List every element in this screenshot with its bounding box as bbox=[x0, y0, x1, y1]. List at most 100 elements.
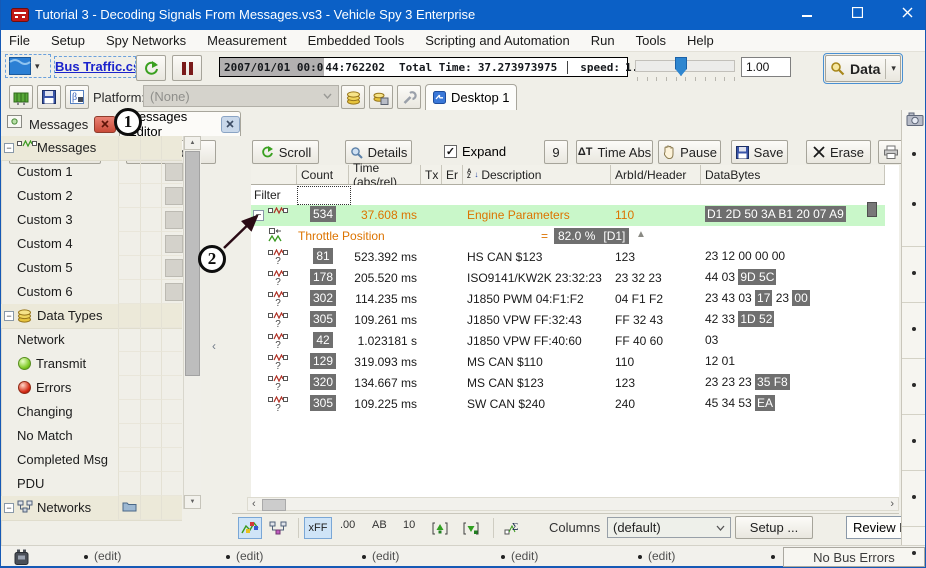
column-header-label: ArbId/Header bbox=[615, 168, 686, 182]
vehicle-spy-setup-button[interactable]: β bbox=[65, 85, 89, 109]
collapse-sidebar-icon[interactable]: ‹ bbox=[212, 339, 216, 353]
table-row[interactable]: ?305109.225 msSW CAN $24024045 34 53 EA bbox=[251, 394, 885, 415]
column-header-databytes[interactable]: DataBytes bbox=[701, 165, 885, 184]
hscroll-thumb[interactable] bbox=[262, 499, 286, 511]
table-header: CountTime (abs/rel)TxErAZ↓Description Arb… bbox=[251, 165, 885, 185]
logger-dropdown-button[interactable]: ▾ bbox=[5, 54, 53, 80]
docked-panel-strip[interactable] bbox=[901, 110, 926, 545]
status-edit-item[interactable]: (edit) bbox=[372, 549, 399, 563]
status-edit-item[interactable]: (edit) bbox=[511, 549, 538, 563]
hscroll-right-icon[interactable]: › bbox=[890, 498, 894, 510]
table-row[interactable]: ?320134.667 msMS CAN $12312323 23 23 35 … bbox=[251, 373, 885, 394]
tools-wrench-button[interactable] bbox=[397, 85, 421, 109]
message-count: 320 bbox=[297, 375, 349, 389]
menu-item-spy-networks[interactable]: Spy Networks bbox=[106, 33, 186, 48]
totals-sigma-icon[interactable]: Σ bbox=[500, 517, 524, 539]
tab-desktop-1[interactable]: Desktop 1 bbox=[425, 84, 517, 110]
table-vscrollbar-thumb[interactable] bbox=[867, 202, 877, 217]
signal-value: 82.0 % bbox=[558, 229, 595, 243]
menu-item-scripting-and-automation[interactable]: Scripting and Automation bbox=[425, 33, 570, 48]
column-header-er[interactable]: Er bbox=[442, 165, 463, 184]
data-button[interactable]: Data ▾ bbox=[825, 55, 901, 82]
menu-item-embedded-tools[interactable]: Embedded Tools bbox=[308, 33, 405, 48]
table-row[interactable]: −53437.608 msEngine Parameters110D1 2D 5… bbox=[251, 205, 885, 226]
table-row[interactable]: ?81523.392 msHS CAN $12312323 12 00 00 0… bbox=[251, 247, 885, 268]
row-collapse-icon[interactable]: − bbox=[253, 210, 264, 221]
network-view-icon[interactable] bbox=[266, 517, 290, 539]
platform-select[interactable]: (None) bbox=[143, 85, 339, 107]
table-row[interactable]: ?421.023181 sJ1850 VPW FF:40:60FF 40 600… bbox=[251, 331, 885, 352]
time-abs-button[interactable]: ΔT Time Abs bbox=[576, 140, 653, 164]
close-button[interactable] bbox=[891, 0, 923, 24]
messages-editor-tab-close-icon[interactable] bbox=[221, 116, 240, 133]
status-edit-item[interactable]: (edit) bbox=[648, 549, 675, 563]
refresh-button[interactable] bbox=[136, 55, 166, 81]
table-row[interactable]: ?302114.235 msJ1850 PWM 04:F1:F204 F1 F2… bbox=[251, 289, 885, 310]
hardware-button[interactable] bbox=[9, 85, 33, 109]
expand-checkbox-group[interactable]: ✓ Expand bbox=[444, 144, 506, 159]
message-arbid: 123 bbox=[615, 250, 635, 264]
tab-messages[interactable]: Messages bbox=[29, 113, 116, 135]
erase-button[interactable]: Erase bbox=[806, 140, 871, 164]
hex-format-button[interactable]: xFF bbox=[304, 517, 332, 539]
pause-button[interactable]: Pause bbox=[658, 140, 721, 164]
table-row[interactable]: ?305109.261 msJ1850 VPW FF:32:43FF 32 43… bbox=[251, 310, 885, 331]
camera-icon[interactable] bbox=[906, 112, 924, 127]
unknown-message-icon: ? bbox=[268, 382, 288, 393]
strip-cell bbox=[902, 470, 926, 526]
graph-signals-icon[interactable] bbox=[238, 517, 262, 539]
table-row[interactable]: ?129319.093 msMS CAN $11011012 01 bbox=[251, 352, 885, 373]
databyte-segment: 9D 5C bbox=[738, 269, 776, 285]
minimize-button[interactable] bbox=[791, 0, 823, 24]
database-button[interactable] bbox=[341, 85, 365, 109]
column-header-count[interactable]: Count bbox=[297, 165, 349, 184]
data-dropdown-arrow-icon[interactable]: ▾ bbox=[891, 63, 896, 74]
collapse-all-icon[interactable] bbox=[459, 517, 483, 539]
setup-button[interactable]: Setup ... bbox=[735, 516, 813, 539]
menu-item-file[interactable]: File bbox=[9, 33, 30, 48]
scroll-button[interactable]: Scroll bbox=[252, 140, 319, 164]
column-header-arbid-header[interactable]: ArbId/Header bbox=[611, 165, 701, 184]
filter-row-label: Filter bbox=[254, 188, 281, 202]
ascii-format-button[interactable]: AB bbox=[372, 519, 387, 531]
column-header-time-abs-rel-[interactable]: Time (abs/rel) bbox=[349, 165, 421, 184]
binary-format-button[interactable]: 10 bbox=[403, 519, 415, 531]
table-row[interactable]: ?178205.520 msISO9141/KW2K 23:32:2323 32… bbox=[251, 268, 885, 289]
hscroll-left-icon[interactable]: ‹ bbox=[252, 498, 256, 510]
status-edit-item[interactable]: (edit) bbox=[94, 549, 121, 563]
pause-playback-button[interactable] bbox=[172, 55, 202, 81]
menu-item-run[interactable]: Run bbox=[591, 33, 615, 48]
maximize-button[interactable] bbox=[841, 0, 873, 24]
message-count: 81 bbox=[297, 249, 349, 263]
speed-input[interactable]: 1.00 bbox=[741, 57, 791, 77]
columns-select[interactable]: (default) bbox=[607, 517, 731, 538]
save-button[interactable]: Save bbox=[731, 140, 788, 164]
decimal-format-button[interactable]: .00 bbox=[340, 519, 355, 531]
nine-button[interactable]: 9 bbox=[544, 140, 568, 164]
status-edit-item[interactable]: (edit) bbox=[236, 549, 263, 563]
menu-item-tools[interactable]: Tools bbox=[636, 33, 666, 48]
signal-operator: = bbox=[541, 229, 548, 243]
save-database-button[interactable] bbox=[369, 85, 393, 109]
save-setup-button[interactable] bbox=[37, 85, 61, 109]
speed-slider-thumb[interactable] bbox=[675, 57, 687, 76]
column-header-description[interactable]: AZ↓Description bbox=[463, 165, 611, 184]
column-header-tx[interactable]: Tx bbox=[421, 165, 442, 184]
signal-icon bbox=[268, 228, 284, 243]
expand-all-icon[interactable] bbox=[428, 517, 452, 539]
platform-chevron-icon bbox=[323, 93, 332, 99]
signal-row[interactable]: Throttle Position=82.0 %[D1]▲ bbox=[251, 226, 885, 247]
message-arbid: 110 bbox=[615, 355, 634, 369]
message-count-value: 42 bbox=[313, 332, 332, 348]
table-hscrollbar[interactable]: ‹ › bbox=[247, 497, 899, 511]
capture-file-link[interactable]: Bus Traffic.cs bbox=[54, 56, 136, 78]
messages-tab-close-icon[interactable] bbox=[94, 116, 116, 133]
columns-label: Columns bbox=[549, 520, 600, 535]
menu-item-measurement[interactable]: Measurement bbox=[207, 33, 286, 48]
count-filter-input[interactable] bbox=[297, 186, 351, 205]
menu-item-setup[interactable]: Setup bbox=[51, 33, 85, 48]
menu-item-help[interactable]: Help bbox=[687, 33, 714, 48]
expand-checkbox[interactable]: ✓ bbox=[444, 145, 457, 158]
message-description: Engine Parameters bbox=[467, 208, 570, 222]
table-header-spacer[interactable] bbox=[251, 165, 297, 184]
